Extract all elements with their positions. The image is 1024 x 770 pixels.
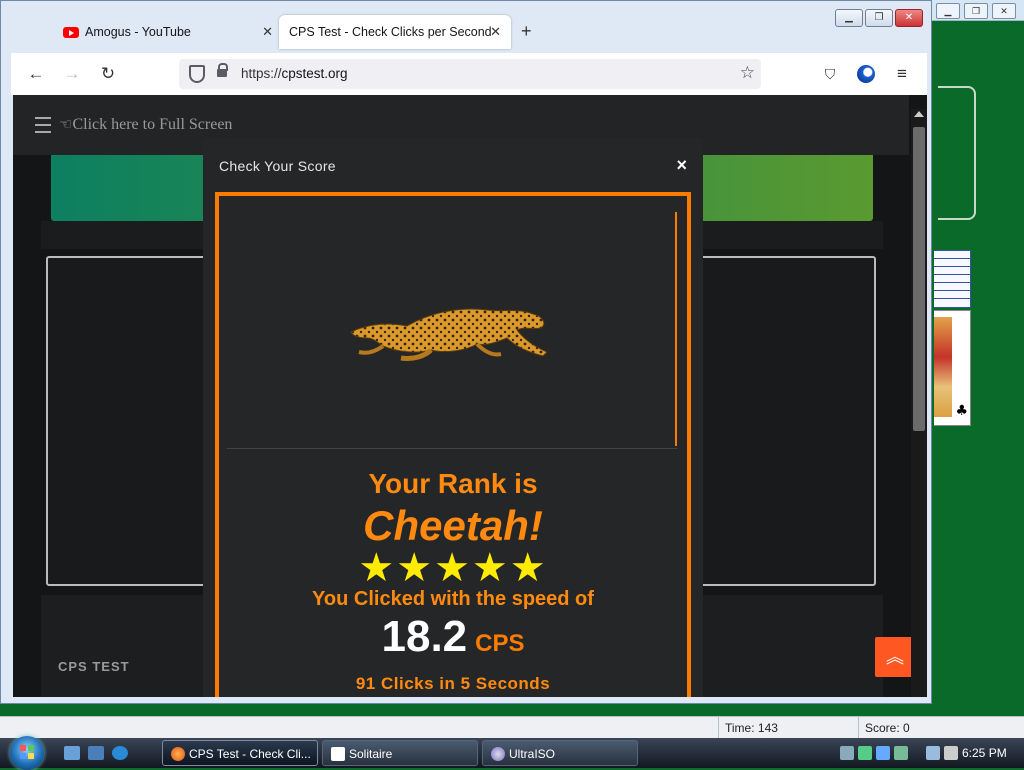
taskbar-item-ultraiso[interactable]: UltraISO [482, 740, 638, 766]
scroll-up-arrow[interactable] [914, 111, 924, 117]
account-icon[interactable] [855, 63, 877, 85]
taskbar-item-solitaire[interactable]: Solitaire [322, 740, 478, 766]
new-tab-button[interactable]: + [521, 21, 532, 42]
score-box: Your Rank is Cheetah! ★★★★★ You Clicked … [215, 192, 691, 697]
solitaire-icon [331, 747, 345, 761]
switch-windows-icon[interactable] [88, 746, 104, 760]
show-desktop-icon[interactable] [64, 746, 80, 760]
cps-result: 18.2 CPS [219, 612, 687, 662]
tab-youtube[interactable]: Amogus - YouTube ✕ [53, 15, 283, 49]
star-icon: ★ [358, 545, 397, 591]
king-of-clubs-card[interactable]: ♣ [934, 310, 971, 426]
browser-window: ▁ ❐ ✕ Amogus - YouTube ✕ CPS Test - Chec… [0, 0, 932, 704]
solitaire-titlebar: ▁ ❐ ✕ [930, 0, 1024, 21]
taskbar: CPS Test - Check Cli... Solitaire UltraI… [0, 736, 1024, 770]
network-icon[interactable] [926, 746, 940, 760]
star-icon: ★ [396, 545, 435, 591]
footer-label: CPS TEST [58, 659, 130, 674]
cps-value: 18.2 [381, 612, 468, 661]
firefox-icon [171, 747, 185, 761]
tab-label: CPS Test - Check Clicks per Second [289, 25, 492, 39]
rank-prefix: Your Rank is [368, 468, 538, 499]
tab-cps-test[interactable]: CPS Test - Check Clicks per Second ✕ [279, 15, 511, 49]
hamburger-icon[interactable] [35, 117, 51, 133]
tray-app-icon[interactable] [858, 746, 872, 760]
close-icon[interactable]: ✕ [490, 24, 501, 40]
youtube-icon [63, 26, 79, 38]
star-icon: ★ [471, 545, 510, 591]
chevron-double-up-icon: ︽ [886, 647, 904, 667]
url-host: cpstest.org [281, 66, 348, 81]
tray-app-icon[interactable] [894, 746, 908, 760]
lock-icon[interactable] [217, 63, 228, 77]
rank-image-area [227, 212, 677, 449]
back-icon[interactable]: ← [25, 63, 47, 85]
tab-bar: Amogus - YouTube ✕ CPS Test - Check Clic… [11, 15, 925, 49]
club-suit-icon: ♣ [955, 403, 968, 419]
rank-name: Cheetah! [363, 502, 543, 549]
fullscreen-link-label: Click here to Full Screen [72, 116, 233, 133]
menu-icon[interactable]: ≡ [891, 63, 913, 85]
solitaire-status-bar: Time: 143 Score: 0 [0, 716, 1024, 739]
pointing-hand-icon: ☜ [59, 115, 73, 133]
scrollbar[interactable] [911, 109, 927, 697]
scrollbar-thumb[interactable] [913, 127, 925, 431]
bookmark-star-icon[interactable]: ☆ [740, 63, 755, 83]
score-readout: Score: 0 [858, 717, 1024, 739]
clock[interactable]: 6:25 PM [962, 746, 1007, 760]
start-button[interactable] [10, 736, 44, 770]
star-icon: ★ [509, 545, 548, 591]
reload-icon[interactable]: ↻ [97, 63, 119, 85]
fullscreen-link[interactable]: ☜Click here to Full Screen [59, 115, 232, 134]
page-content: ☜Click here to Full Screen CPS TEST ︽ Ch… [13, 95, 927, 697]
maximize-icon[interactable]: ❐ [964, 3, 988, 19]
rating-stars: ★★★★★ [219, 548, 687, 588]
cheetah-image [350, 308, 548, 361]
clicks-summary: 91 Clicks in 5 Seconds [355, 674, 551, 693]
shield-icon[interactable] [189, 65, 205, 83]
close-icon[interactable]: ✕ [992, 3, 1016, 19]
tray-app-icon[interactable] [876, 746, 890, 760]
scroll-to-top-button[interactable]: ︽ [875, 637, 915, 677]
card-art [934, 317, 952, 417]
taskbar-item-label: UltraISO [509, 747, 556, 761]
volume-muted-icon[interactable] [944, 746, 958, 760]
url-scheme: https:// [241, 66, 282, 81]
foundation-slot[interactable] [938, 86, 976, 220]
tray-app-icon[interactable] [840, 746, 854, 760]
minimize-icon[interactable]: ▁ [936, 3, 960, 19]
cps-unit: CPS [475, 630, 525, 657]
url-text[interactable]: https://cpstest.org [241, 66, 348, 81]
modal-title: Check Your Score [219, 158, 336, 174]
taskbar-item-label: Solitaire [349, 747, 393, 761]
close-icon[interactable]: × [676, 155, 687, 176]
taskbar-item-label: CPS Test - Check Cli... [189, 747, 311, 761]
time-readout: Time: 143 [718, 717, 855, 739]
navigation-bar: ← → ↻ https://cpstest.org ☆ ⛉ ≡ [11, 53, 927, 95]
internet-explorer-icon[interactable] [112, 746, 128, 760]
pocket-icon[interactable]: ⛉ [819, 63, 841, 85]
taskbar-item-cps-test[interactable]: CPS Test - Check Cli... [162, 740, 318, 766]
forward-icon[interactable]: → [61, 63, 83, 85]
speed-line: You Clicked with the speed of [312, 588, 594, 610]
star-icon: ★ [434, 545, 472, 591]
tab-label: Amogus - YouTube [85, 25, 191, 39]
ultraiso-icon [491, 747, 505, 761]
close-icon[interactable]: ✕ [262, 24, 273, 40]
score-modal: Check Your Score × Your Rank is Cheetah!… [203, 138, 703, 697]
url-bar[interactable]: https://cpstest.org ☆ [179, 59, 761, 89]
